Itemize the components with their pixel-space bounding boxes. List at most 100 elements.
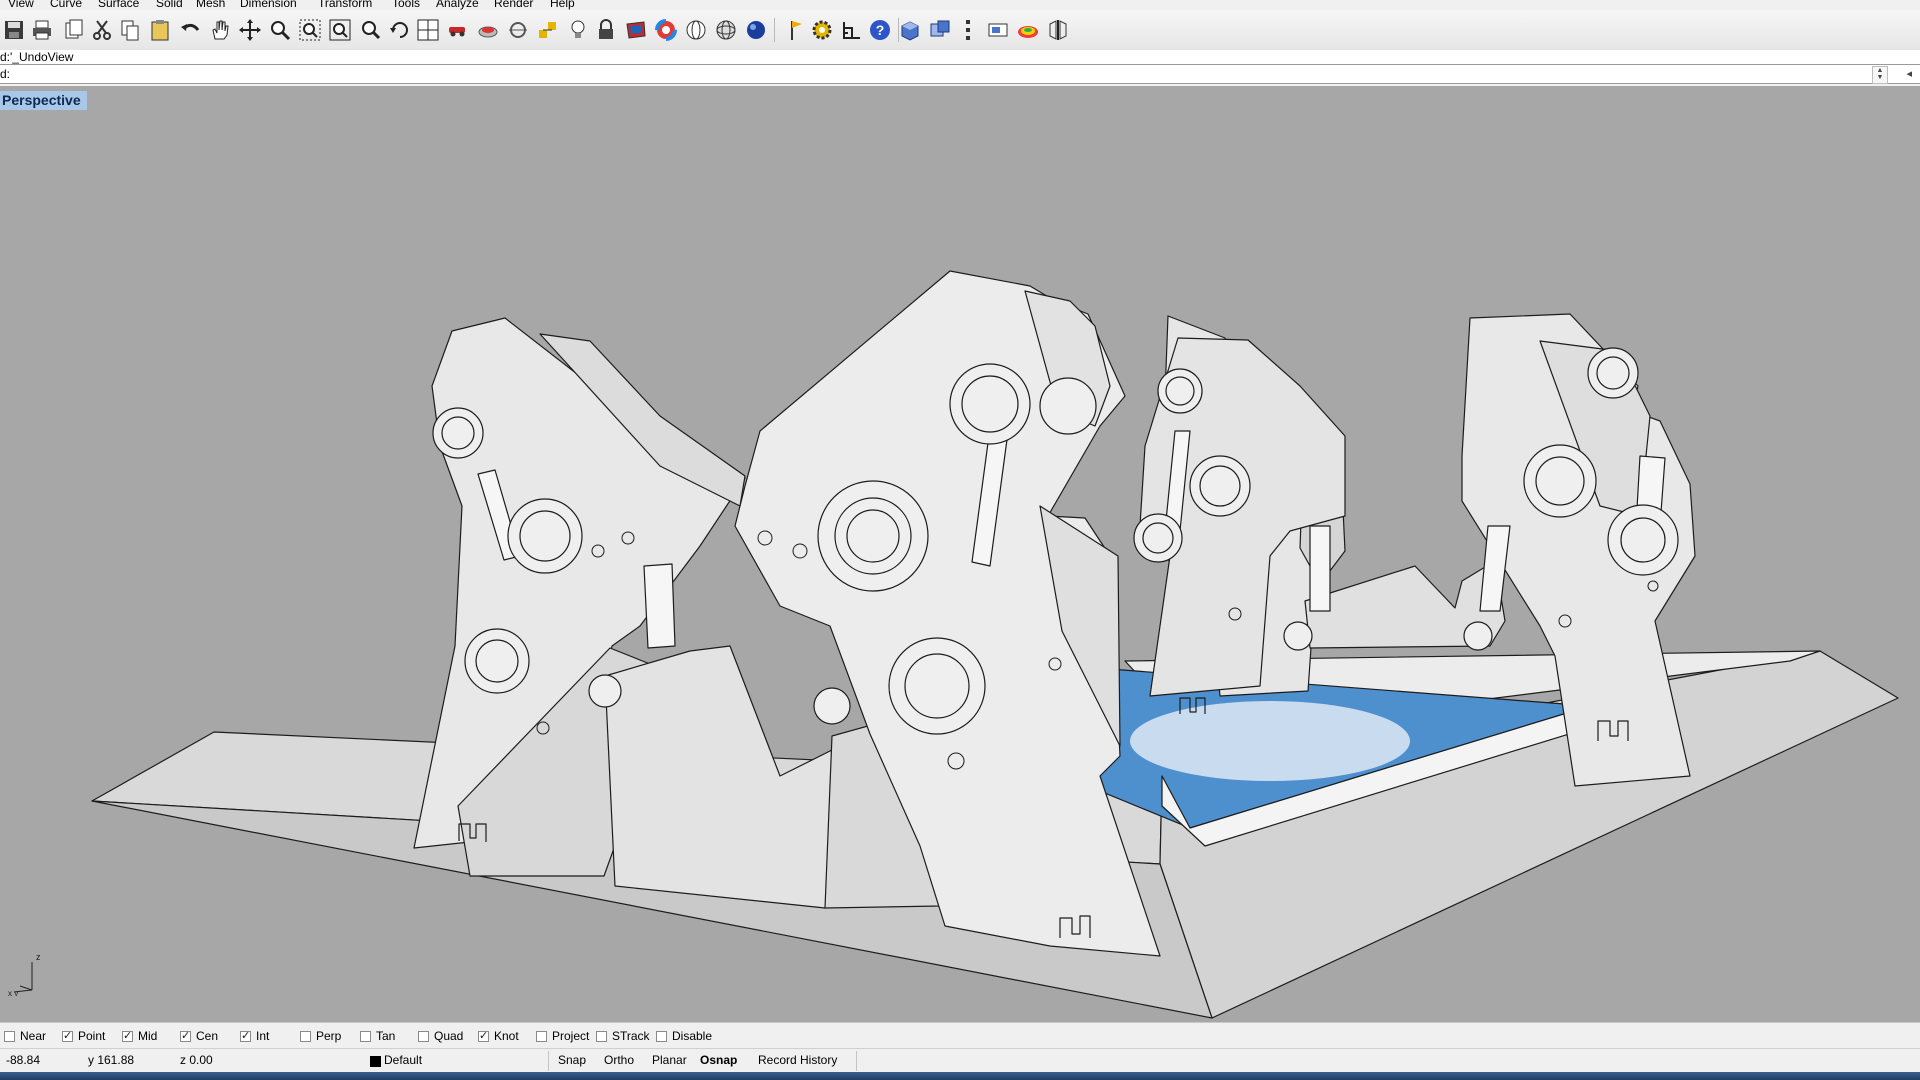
status-separator [548,1051,549,1071]
os-taskbar [0,1072,1920,1080]
display-icon[interactable] [984,16,1012,44]
snap-icon[interactable] [534,16,562,44]
pan-icon[interactable] [206,16,234,44]
osnap-point[interactable]: Point [62,1029,105,1043]
box-icon[interactable] [896,16,924,44]
cradle-front [604,645,851,909]
world-axes-icon: z x y [8,952,41,996]
coord-y: y 161.88 [88,1053,135,1067]
copy-icon[interactable] [116,16,144,44]
lock-icon[interactable] [592,16,620,44]
osnap-project[interactable]: Project [536,1029,589,1043]
osnap-strack[interactable]: STrack [596,1029,650,1043]
command-collapse-icon[interactable]: ◂ [1906,67,1912,80]
zoom-icon[interactable] [266,16,294,44]
osnap-toggle[interactable]: Osnap [700,1053,737,1067]
menu-curve[interactable]: Curve [50,0,82,10]
osnap-perp[interactable]: Perp [300,1029,341,1043]
zoom-window-icon[interactable] [296,16,324,44]
menu-help[interactable]: Help [550,0,575,10]
menu-render[interactable]: Render [494,0,533,10]
render-sphere-icon[interactable] [742,16,770,44]
point-icon[interactable] [504,16,532,44]
zoom-selected-icon[interactable] [356,16,384,44]
mesh-sphere-icon[interactable] [712,16,740,44]
toolbar-separator [774,18,775,42]
command-line: d: ▲ ▼ ◂ [0,64,1920,84]
named-view-icon[interactable] [444,16,472,44]
osnap-knot[interactable]: Knot [478,1029,519,1043]
layer-color-swatch [370,1056,381,1067]
osnap-knot-checkbox[interactable] [478,1029,489,1042]
menu-transform[interactable]: Transform [318,0,372,10]
menu-dimension[interactable]: Dimension [240,0,297,10]
help-icon[interactable]: ? [866,16,894,44]
four-viewports-icon[interactable] [414,16,442,44]
osnap-near[interactable]: Near [4,1029,46,1043]
osnap-tan-checkbox[interactable] [360,1030,371,1042]
mirror-icon[interactable] [1044,16,1072,44]
options-gear-icon[interactable] [808,16,836,44]
osnap-bar: Near Point Mid Cen Int Perp Tan Quad Kno… [0,1022,1920,1049]
osnap-tan[interactable]: Tan [360,1029,395,1043]
undo-icon[interactable] [176,16,204,44]
osnap-mid[interactable]: Mid [122,1029,157,1043]
print-icon[interactable] [28,16,56,44]
flag-icon[interactable] [780,16,808,44]
menu-tools[interactable]: Tools [392,0,420,10]
grid-icon[interactable] [838,16,866,44]
osnap-near-checkbox[interactable] [4,1030,15,1042]
menu-surface[interactable]: Surface [98,0,139,10]
osnap-strack-checkbox[interactable] [596,1030,607,1042]
paste-icon[interactable] [146,16,174,44]
menu-solid[interactable]: Solid [156,0,183,10]
osnap-quad-checkbox[interactable] [418,1030,429,1042]
status-bar: -88.84 y 161.88 z 0.00 Default Snap Orth… [0,1048,1920,1073]
command-history: d:'_UndoView [0,50,1920,64]
snap-toggle[interactable]: Snap [558,1053,586,1067]
command-spin-button[interactable]: ▲ ▼ [1872,66,1888,84]
analysis-icon[interactable] [1014,16,1042,44]
undo-view-icon[interactable] [386,16,414,44]
standard-toolbar: ? [0,10,1920,51]
command-history-text: d:'_UndoView [0,50,74,64]
osnap-mid-checkbox[interactable] [122,1029,133,1042]
menu-view[interactable]: View [8,0,34,10]
viewport-title[interactable]: Perspective [0,91,87,110]
sphere-wire-icon[interactable] [682,16,710,44]
osnap-cen-checkbox[interactable] [180,1029,191,1042]
osnap-cen[interactable]: Cen [180,1029,218,1043]
layer-icon[interactable] [622,16,650,44]
shade-icon[interactable] [474,16,502,44]
model-scene [91,270,1899,1019]
osnap-quad[interactable]: Quad [418,1029,463,1043]
copy-to-clipboard-icon[interactable] [60,16,88,44]
menu-analyze[interactable]: Analyze [436,0,479,10]
ortho-toggle[interactable]: Ortho [604,1053,634,1067]
menu-mesh[interactable]: Mesh [196,0,225,10]
properties-icon[interactable] [954,16,982,44]
coord-x: -88.84 [6,1053,41,1067]
osnap-int-checkbox[interactable] [240,1029,251,1042]
cut-icon[interactable] [88,16,116,44]
viewport-icon[interactable] [926,16,954,44]
coord-z: z 0.00 [180,1053,213,1067]
status-separator [856,1051,857,1071]
record-history-toggle[interactable]: Record History [758,1053,837,1067]
perspective-viewport[interactable]: Perspective z x y [0,86,1920,1022]
osnap-point-checkbox[interactable] [62,1029,73,1042]
command-input[interactable] [8,67,1868,81]
osnap-int[interactable]: Int [240,1029,269,1043]
planar-toggle[interactable]: Planar [652,1053,687,1067]
svg-text:z: z [36,952,41,962]
zoom-extents-icon[interactable] [326,16,354,44]
osnap-disable-checkbox[interactable] [656,1030,667,1042]
current-layer[interactable]: Default [384,1053,422,1067]
save-icon[interactable] [0,16,28,44]
light-icon[interactable] [564,16,592,44]
rotate-view-icon[interactable] [236,16,264,44]
osnap-disable[interactable]: Disable [656,1029,712,1043]
osnap-project-checkbox[interactable] [536,1030,547,1042]
osnap-perp-checkbox[interactable] [300,1030,311,1042]
color-icon[interactable] [652,16,680,44]
